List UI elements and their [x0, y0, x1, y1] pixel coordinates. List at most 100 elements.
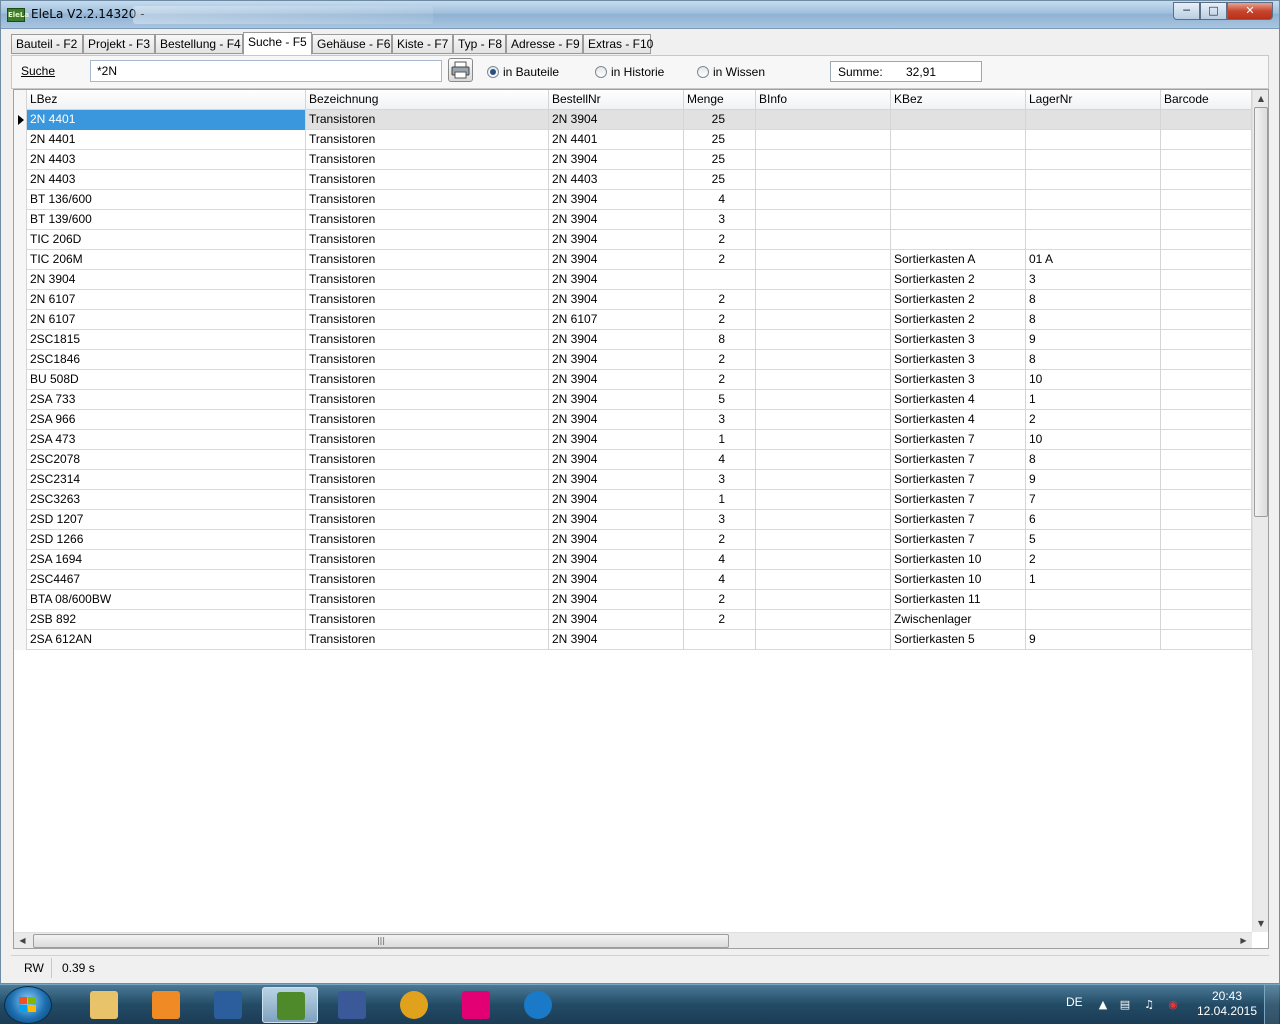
- antivirus-icon[interactable]: ◉: [1166, 998, 1180, 1012]
- vertical-scroll-thumb[interactable]: [1254, 107, 1268, 517]
- cell-barcode[interactable]: [1161, 590, 1252, 610]
- cell-menge[interactable]: 1: [684, 490, 756, 510]
- row-indicator[interactable]: [14, 490, 27, 510]
- cell-kbez[interactable]: Sortierkasten 7: [891, 530, 1026, 550]
- row-indicator[interactable]: [14, 150, 27, 170]
- cell-barcode[interactable]: [1161, 230, 1252, 250]
- cell-barcode[interactable]: [1161, 430, 1252, 450]
- table-row[interactable]: 2SA 612AN Transistoren 2N 3904 Sortierkaste…: [14, 630, 1252, 650]
- cell-lbez[interactable]: 2SA 733: [27, 390, 306, 410]
- cell-bestellnr[interactable]: 2N 3904: [549, 330, 684, 350]
- cell-bezeichnung[interactable]: Transistoren: [306, 490, 549, 510]
- cell-barcode[interactable]: [1161, 150, 1252, 170]
- cell-bezeichnung[interactable]: Transistoren: [306, 610, 549, 630]
- cell-kbez[interactable]: [891, 170, 1026, 190]
- cell-lbez[interactable]: 2SC2078: [27, 450, 306, 470]
- cell-bestellnr[interactable]: 2N 3904: [549, 430, 684, 450]
- cell-lagernr[interactable]: 9: [1026, 330, 1161, 350]
- cell-bestellnr[interactable]: 2N 3904: [549, 630, 684, 650]
- table-row[interactable]: 2SA 473 Transistoren 2N 3904 1 Sortierkasten…: [14, 430, 1252, 450]
- cell-barcode[interactable]: [1161, 310, 1252, 330]
- cell-kbez[interactable]: Sortierkasten 3: [891, 350, 1026, 370]
- language-indicator[interactable]: DE: [1066, 995, 1083, 1009]
- cell-lbez[interactable]: 2SC4467: [27, 570, 306, 590]
- cell-lagernr[interactable]: 10: [1026, 370, 1161, 390]
- cell-kbez[interactable]: Sortierkasten 10: [891, 570, 1026, 590]
- cell-lbez[interactable]: 2SC3263: [27, 490, 306, 510]
- table-row[interactable]: BT 139/600 Transistoren 2N 3904 3: [14, 210, 1252, 230]
- cell-kbez[interactable]: Zwischenlager: [891, 610, 1026, 630]
- cell-bezeichnung[interactable]: Transistoren: [306, 470, 549, 490]
- table-row[interactable]: 2SD 1207 Transistoren 2N 3904 3 Sortierkaste…: [14, 510, 1252, 530]
- cell-barcode[interactable]: [1161, 130, 1252, 150]
- cell-bestellnr[interactable]: 2N 3904: [549, 350, 684, 370]
- row-indicator[interactable]: [14, 270, 27, 290]
- row-indicator[interactable]: [14, 410, 27, 430]
- cell-kbez[interactable]: Sortierkasten 11: [891, 590, 1026, 610]
- cell-bezeichnung[interactable]: Transistoren: [306, 290, 549, 310]
- cell-bestellnr[interactable]: 2N 6107: [549, 310, 684, 330]
- cell-lagernr[interactable]: 8: [1026, 450, 1161, 470]
- cell-lagernr[interactable]: 8: [1026, 290, 1161, 310]
- cell-lbez[interactable]: 2N 4403: [27, 150, 306, 170]
- cell-lagernr[interactable]: 2: [1026, 410, 1161, 430]
- tray-expand-icon[interactable]: ▲: [1096, 998, 1110, 1012]
- cell-kbez[interactable]: [891, 150, 1026, 170]
- row-indicator[interactable]: [14, 530, 27, 550]
- table-row[interactable]: 2N 4401 Transistoren 2N 4401 25: [14, 130, 1252, 150]
- cell-lbez[interactable]: 2SC1846: [27, 350, 306, 370]
- table-row[interactable]: 2SC2314 Transistoren 2N 3904 3 Sortierkasten…: [14, 470, 1252, 490]
- cell-bestellnr[interactable]: 2N 3904: [549, 210, 684, 230]
- column-header-bestellnr[interactable]: BestellNr: [549, 90, 684, 110]
- cell-menge[interactable]: 3: [684, 410, 756, 430]
- cell-barcode[interactable]: [1161, 390, 1252, 410]
- network-icon[interactable]: ▤: [1118, 998, 1132, 1012]
- cell-bestellnr[interactable]: 2N 3904: [549, 270, 684, 290]
- cell-bestellnr[interactable]: 2N 3904: [549, 290, 684, 310]
- cell-barcode[interactable]: [1161, 610, 1252, 630]
- cell-bestellnr[interactable]: 2N 3904: [549, 390, 684, 410]
- cell-bezeichnung[interactable]: Transistoren: [306, 410, 549, 430]
- cell-menge[interactable]: 25: [684, 130, 756, 150]
- cell-barcode[interactable]: [1161, 210, 1252, 230]
- cell-lbez[interactable]: BT 139/600: [27, 210, 306, 230]
- tab-gehaeuse[interactable]: Gehäuse - F6: [312, 34, 392, 54]
- cell-bezeichnung[interactable]: Transistoren: [306, 570, 549, 590]
- cell-kbez[interactable]: Sortierkasten 3: [891, 370, 1026, 390]
- cell-kbez[interactable]: [891, 110, 1026, 130]
- cell-bestellnr[interactable]: 2N 3904: [549, 230, 684, 250]
- cell-bezeichnung[interactable]: Transistoren: [306, 510, 549, 530]
- cell-binfo[interactable]: [756, 330, 891, 350]
- cell-bezeichnung[interactable]: Transistoren: [306, 530, 549, 550]
- cell-lbez[interactable]: 2SA 473: [27, 430, 306, 450]
- tab-kiste[interactable]: Kiste - F7: [392, 34, 453, 54]
- taskbar-chrome[interactable]: [386, 987, 442, 1023]
- cell-bezeichnung[interactable]: Transistoren: [306, 310, 549, 330]
- cell-binfo[interactable]: [756, 290, 891, 310]
- cell-barcode[interactable]: [1161, 410, 1252, 430]
- cell-lagernr[interactable]: [1026, 590, 1161, 610]
- cell-binfo[interactable]: [756, 450, 891, 470]
- search-input[interactable]: *2N: [90, 60, 442, 82]
- cell-lagernr[interactable]: 1: [1026, 390, 1161, 410]
- cell-kbez[interactable]: [891, 230, 1026, 250]
- cell-lagernr[interactable]: 2: [1026, 550, 1161, 570]
- tab-bauteil[interactable]: Bauteil - F2: [11, 34, 83, 54]
- cell-lbez[interactable]: TIC 206D: [27, 230, 306, 250]
- cell-barcode[interactable]: [1161, 630, 1252, 650]
- cell-barcode[interactable]: [1161, 350, 1252, 370]
- table-row[interactable]: BT 136/600 Transistoren 2N 3904 4: [14, 190, 1252, 210]
- cell-kbez[interactable]: Sortierkasten 7: [891, 470, 1026, 490]
- cell-menge[interactable]: [684, 630, 756, 650]
- cell-menge[interactable]: 25: [684, 170, 756, 190]
- cell-lagernr[interactable]: [1026, 210, 1161, 230]
- cell-bestellnr[interactable]: 2N 4403: [549, 170, 684, 190]
- table-row[interactable]: 2SC4467 Transistoren 2N 3904 4 Sortierkasten…: [14, 570, 1252, 590]
- cell-bestellnr[interactable]: 2N 3904: [549, 250, 684, 270]
- cell-lagernr[interactable]: [1026, 150, 1161, 170]
- row-indicator[interactable]: [14, 310, 27, 330]
- column-header-lbez[interactable]: LBez: [27, 90, 306, 110]
- cell-lagernr[interactable]: 10: [1026, 430, 1161, 450]
- cell-bestellnr[interactable]: 2N 3904: [549, 410, 684, 430]
- cell-menge[interactable]: 2: [684, 310, 756, 330]
